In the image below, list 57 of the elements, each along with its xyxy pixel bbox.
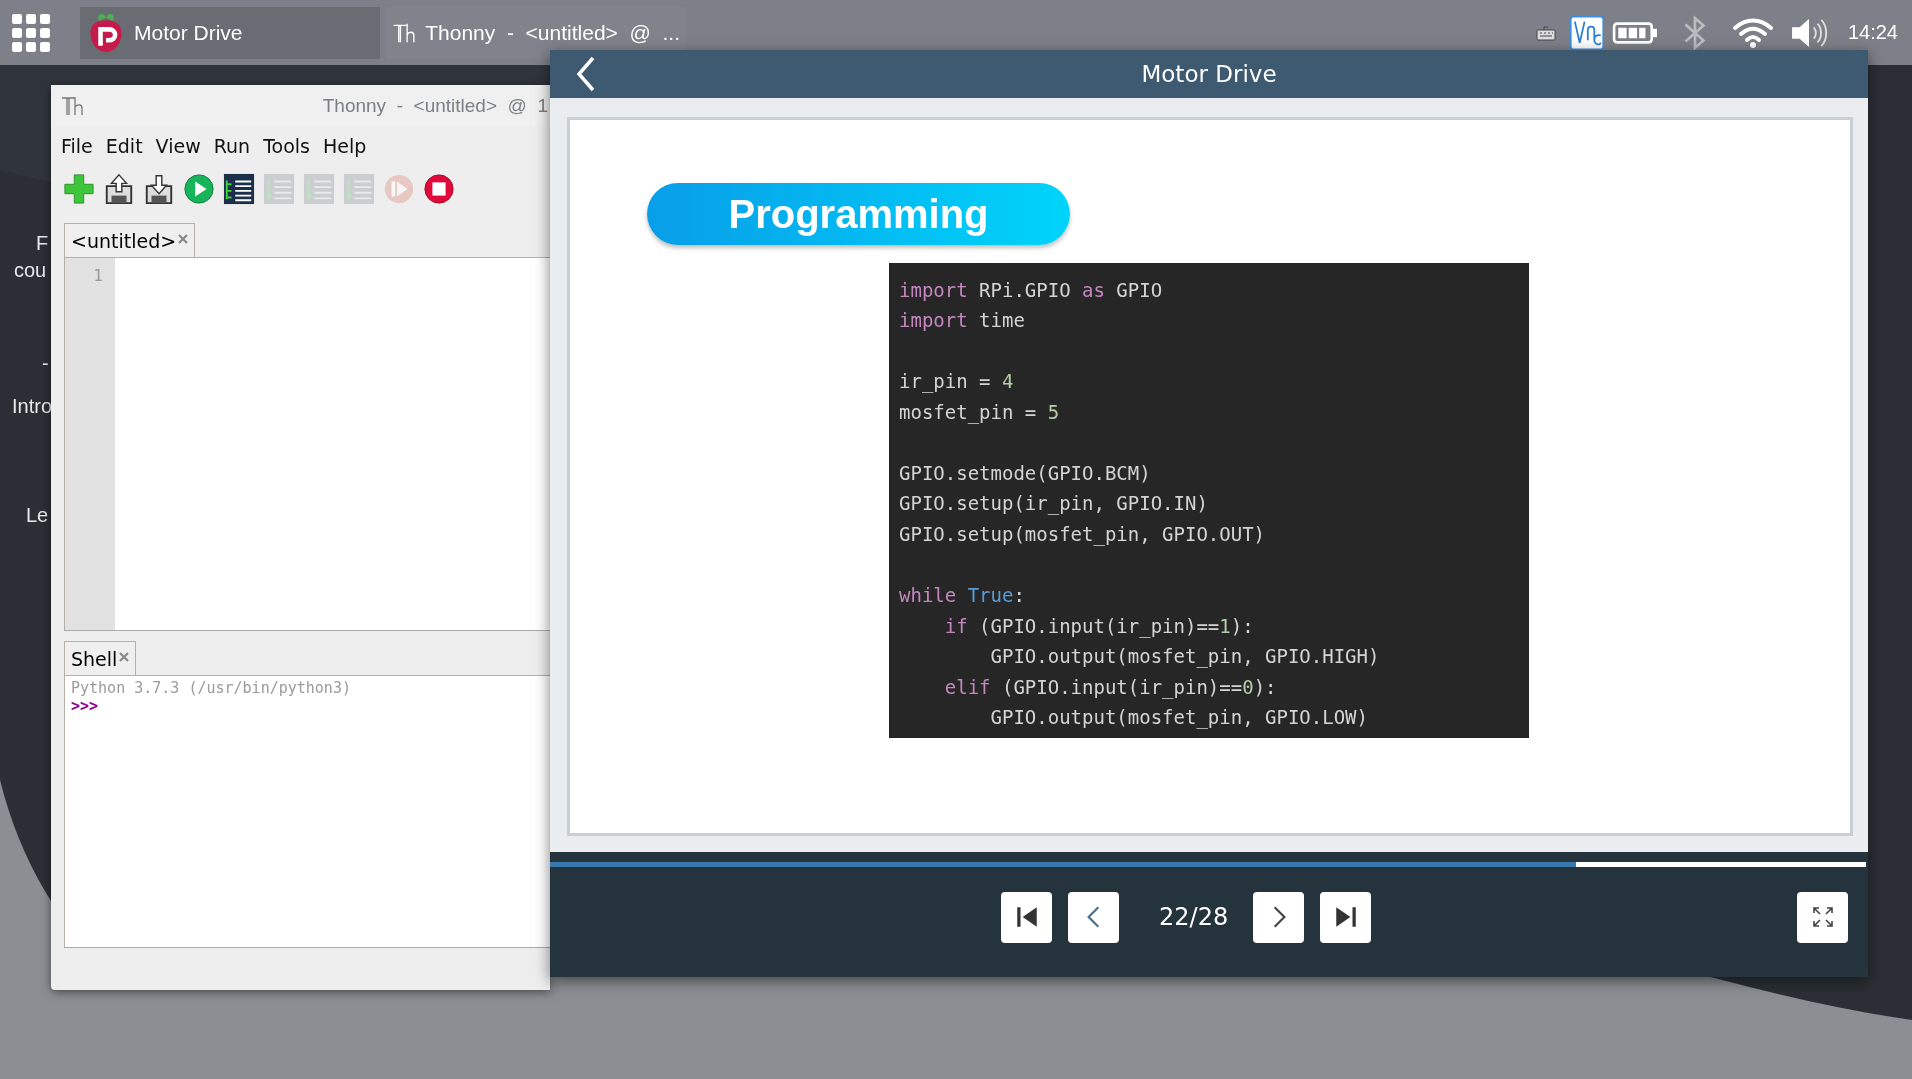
shell-text: Python 3.7.3 (/usr/bin/python3)	[71, 679, 351, 697]
shell-panel[interactable]: Python 3.7.3 (/usr/bin/python3) >>>	[64, 676, 550, 948]
close-icon[interactable]	[119, 652, 130, 662]
battery-icon[interactable]	[1611, 19, 1658, 46]
run-icon[interactable]	[183, 173, 215, 205]
close-icon[interactable]	[178, 234, 189, 244]
code-line: if (GPIO.input(ir_pin)==1):	[943, 613, 1255, 638]
code-line: GPIO.output(mosfet_pin, GPIO.HIGH)	[989, 644, 1381, 669]
code-line: while True:	[899, 582, 1026, 607]
desktop-text: Le	[26, 504, 49, 527]
code-line: elif (GPIO.input(ir_pin)==0):	[943, 674, 1278, 699]
code-line: ir_pin = 4	[899, 369, 1015, 394]
next-button[interactable]	[1253, 891, 1305, 943]
window-title: Motor Drive	[1141, 61, 1277, 87]
code-line: GPIO.setup(mosfet_pin, GPIO.OUT)	[899, 521, 1267, 546]
window-title: Thonny - <untitled> @ 1	[322, 95, 548, 117]
code-line: import time	[899, 308, 1026, 333]
desktop-text: cou	[14, 259, 47, 282]
code-line: mosfet_pin = 5	[899, 399, 1061, 424]
back-icon[interactable]	[576, 56, 596, 92]
previous-button[interactable]	[1068, 891, 1119, 943]
editor-tab[interactable]: <untitled>	[64, 223, 196, 257]
load-icon[interactable]	[103, 173, 135, 205]
menu-item[interactable]: Edit	[105, 135, 143, 157]
clock: 14:24	[1847, 21, 1898, 44]
fullscreen-button[interactable]	[1797, 891, 1848, 943]
menu-item[interactable]: View	[155, 135, 201, 157]
first-page-button[interactable]	[1001, 891, 1052, 943]
line-number: 1	[93, 266, 103, 285]
fullscreen-icon	[1810, 905, 1835, 929]
code-line: import RPi.GPIO as GPIO	[899, 277, 1164, 302]
debug-icon[interactable]	[223, 173, 255, 205]
page-counter: 22/28	[1159, 903, 1229, 931]
save-icon[interactable]	[143, 173, 175, 205]
shell-prompt: >>>	[71, 697, 99, 715]
code-line: GPIO.setup(ir_pin, GPIO.IN)	[899, 491, 1209, 516]
app-grid-icon[interactable]	[12, 13, 50, 52]
heading-banner: Programming	[647, 183, 1070, 245]
new-icon[interactable]	[63, 173, 95, 205]
menu-item[interactable]: File	[61, 135, 93, 157]
desktop-text: -	[42, 352, 49, 375]
vnc-icon[interactable]	[1569, 15, 1604, 50]
code-line: GPIO.setmode(GPIO.BCM)	[899, 460, 1152, 485]
menu-item[interactable]: Run	[213, 135, 251, 157]
shell-tab[interactable]: Shell	[64, 641, 137, 675]
th-logo-icon	[61, 94, 85, 118]
taskbar-button[interactable]: Motor Drive	[80, 6, 380, 59]
wifi-icon[interactable]	[1731, 16, 1774, 49]
volume-icon[interactable]	[1789, 16, 1828, 49]
stop-icon[interactable]	[423, 173, 455, 205]
keyboard-icon[interactable]	[1535, 24, 1556, 41]
desktop-text: Intro	[12, 395, 53, 418]
menu-item[interactable]: Help	[322, 135, 367, 157]
last-page-button[interactable]	[1320, 891, 1372, 943]
code-line: GPIO.output(mosfet_pin, GPIO.LOW)	[989, 705, 1369, 730]
desktop-text: F	[36, 232, 49, 255]
menu-item[interactable]: Tools	[263, 135, 310, 157]
